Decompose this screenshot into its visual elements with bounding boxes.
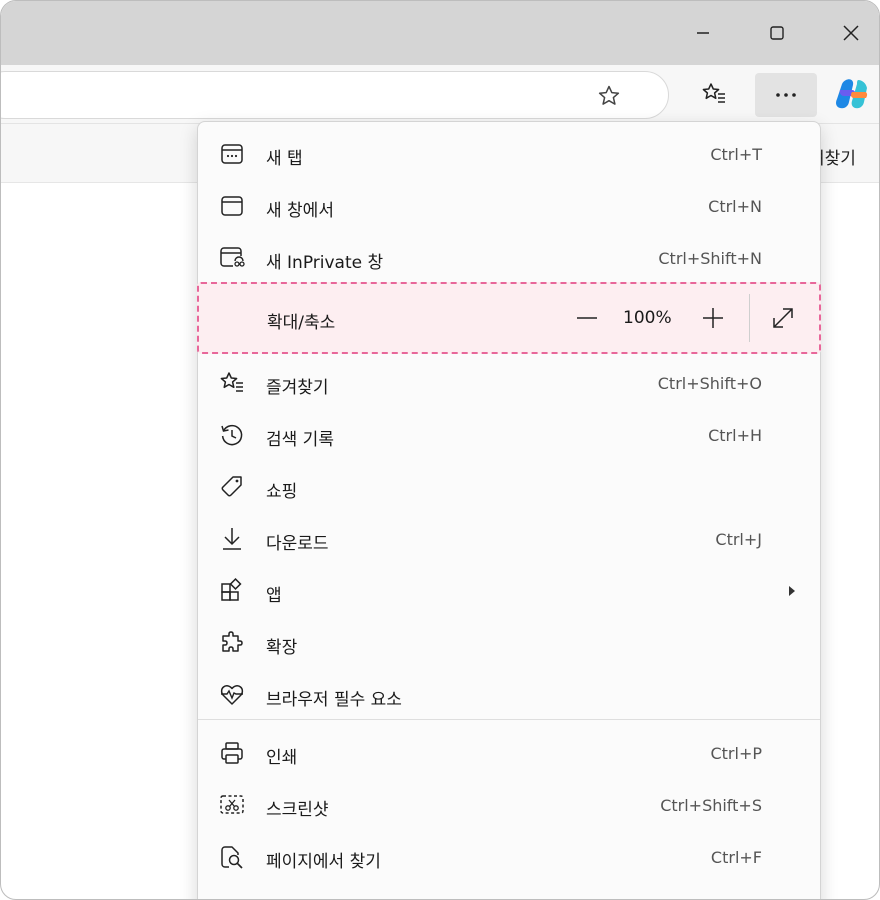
menu-item-new-inprivate-window[interactable]: 새 InPrivate 창 Ctrl+Shift+N xyxy=(198,234,820,282)
close-button[interactable] xyxy=(829,13,873,53)
menu-item-label: 페이지에서 찾기 xyxy=(266,852,381,872)
minus-icon xyxy=(575,306,599,330)
menu-item-shortcut: Ctrl+Shift+N xyxy=(658,249,762,268)
menu-item-shortcut: Ctrl+J xyxy=(715,530,762,549)
zoom-in-button[interactable] xyxy=(695,300,731,336)
menu-item-label: 확장 xyxy=(266,638,298,658)
zoom-out-button[interactable] xyxy=(569,300,605,336)
menu-item-apps[interactable]: 앱 xyxy=(198,567,820,615)
title-bar xyxy=(1,1,879,65)
menu-item-screenshot[interactable]: 스크린샷 Ctrl+Shift+S xyxy=(198,781,820,829)
zoom-label: 확대/축소 xyxy=(267,313,336,333)
menu-item-label: 새 InPrivate 창 xyxy=(266,253,384,273)
menu-item-label: 앱 xyxy=(266,586,282,606)
settings-and-more-button[interactable] xyxy=(755,73,817,117)
star-icon xyxy=(596,83,622,109)
zoom-value: 100% xyxy=(623,308,672,328)
history-icon xyxy=(218,421,246,449)
menu-item-shortcut: Ctrl+T xyxy=(710,145,762,164)
apps-icon xyxy=(218,577,246,605)
menu-item-find-in-page[interactable]: 페이지에서 찾기 Ctrl+F xyxy=(198,833,820,881)
full-screen-icon xyxy=(770,305,796,331)
menu-item-downloads[interactable]: 다운로드 Ctrl+J xyxy=(198,515,820,563)
minimize-button[interactable] xyxy=(681,13,725,53)
plus-icon xyxy=(701,306,725,330)
new-window-icon xyxy=(218,192,246,220)
menu-item-label: 즐겨찾기 xyxy=(266,378,329,398)
menu-item-label: 새 탭 xyxy=(266,149,303,169)
menu-item-shortcut: Ctrl+Shift+O xyxy=(657,374,762,393)
menu-item-new-window[interactable]: 새 창에서 Ctrl+N xyxy=(198,182,820,230)
find-in-page-icon xyxy=(218,843,246,871)
copilot-icon xyxy=(832,76,872,112)
full-screen-button[interactable] xyxy=(765,300,801,336)
maximize-button[interactable] xyxy=(755,13,799,53)
settings-menu: 새 탭 Ctrl+T 새 창에서 Ctrl+N 새 InPrivate 창 Ct… xyxy=(197,121,821,899)
partial-item-icon xyxy=(218,895,246,899)
zoom-divider xyxy=(749,294,750,342)
download-icon xyxy=(218,525,246,553)
more-dots-icon xyxy=(774,91,798,99)
copilot-button[interactable] xyxy=(829,71,875,117)
add-favorite-button[interactable] xyxy=(594,82,624,110)
menu-item-label: 인쇄 xyxy=(266,748,298,768)
menu-item-print[interactable]: 인쇄 Ctrl+P xyxy=(198,729,820,777)
menu-item-history[interactable]: 검색 기록 Ctrl+H xyxy=(198,411,820,459)
menu-separator xyxy=(198,719,820,720)
menu-item-shortcut: Ctrl+P xyxy=(710,744,762,763)
menu-item-browser-essentials[interactable]: 브라우저 필수 요소 xyxy=(198,671,820,719)
print-icon xyxy=(218,739,246,767)
menu-item-shortcut: Ctrl+Shift+S xyxy=(660,796,762,815)
menu-item-label: 검색 기록 xyxy=(266,430,334,450)
favorites-button[interactable] xyxy=(691,71,737,117)
screenshot-icon xyxy=(218,791,246,819)
maximize-icon xyxy=(769,25,785,41)
zoom-control-row: 확대/축소 100% xyxy=(197,282,821,354)
address-bar[interactable] xyxy=(1,71,669,119)
menu-item-shortcut: Ctrl+H xyxy=(708,426,762,445)
submenu-arrow-icon xyxy=(784,583,800,599)
minimize-icon xyxy=(695,25,711,41)
menu-item-favorites[interactable]: 즐겨찾기 Ctrl+Shift+O xyxy=(198,359,820,407)
menu-item-label: 브라우저 필수 요소 xyxy=(266,690,402,710)
menu-item-label: 스크린샷 xyxy=(266,800,329,820)
menu-item-shortcut: Ctrl+F xyxy=(710,848,762,867)
favorites-icon xyxy=(218,369,246,397)
browser-toolbar xyxy=(1,65,879,124)
close-icon xyxy=(842,24,860,42)
menu-item-shortcut: Ctrl+N xyxy=(708,197,762,216)
menu-item-new-tab[interactable]: 새 탭 Ctrl+T xyxy=(198,130,820,178)
inprivate-icon xyxy=(218,244,246,272)
menu-item-label: 쇼핑 xyxy=(266,482,298,502)
favorites-list-icon xyxy=(700,80,728,108)
menu-item-extensions[interactable]: 확장 xyxy=(198,619,820,667)
extensions-icon xyxy=(218,629,246,657)
menu-item-label: 다운로드 xyxy=(266,534,329,554)
menu-item-shopping[interactable]: 쇼핑 xyxy=(198,463,820,511)
shopping-tag-icon xyxy=(218,473,246,501)
menu-item-label: 새 창에서 xyxy=(266,201,334,221)
new-tab-icon xyxy=(218,140,246,168)
browser-essentials-icon xyxy=(218,681,246,709)
browser-window: 려찾기 새 탭 Ctrl+T 새 창에서 Ctrl+N 새 InPrivate … xyxy=(0,0,880,900)
menu-item-partial[interactable] xyxy=(198,885,820,899)
